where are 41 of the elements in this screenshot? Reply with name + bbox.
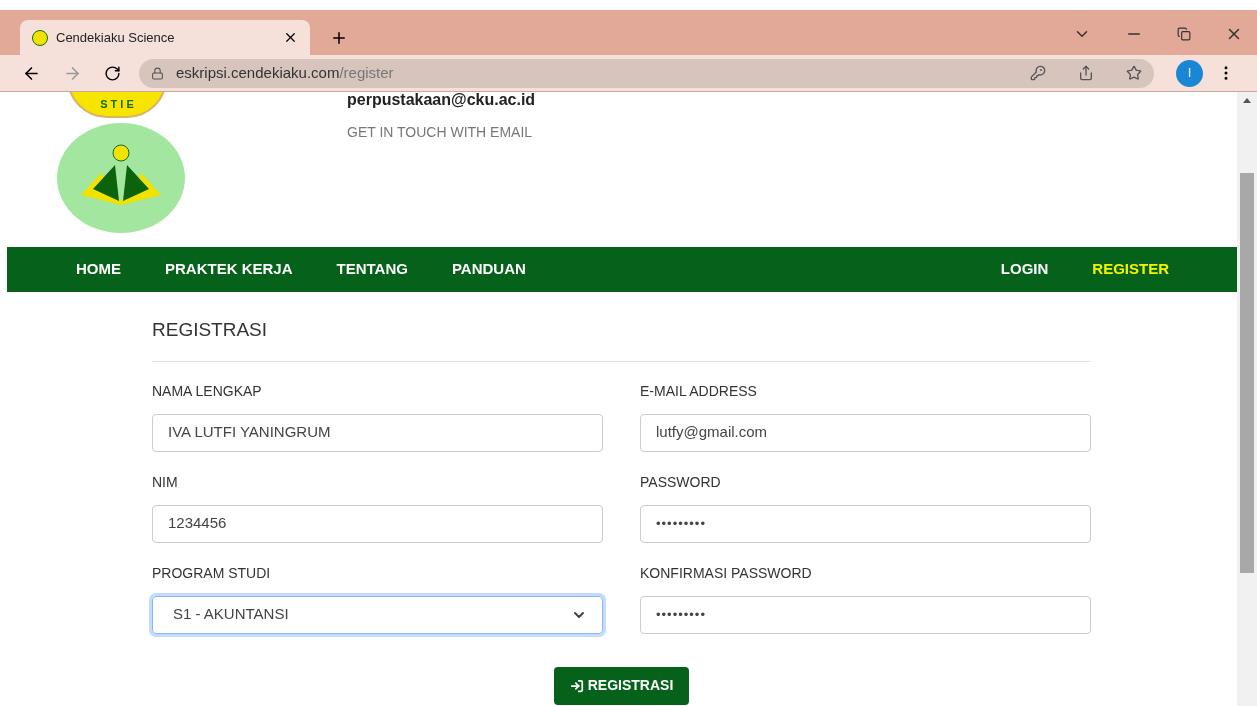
field-label: NIM [152,472,179,492]
nav-link[interactable]: PRAKTEK KERJA [165,258,293,281]
book-icon [79,143,163,205]
nav-link[interactable]: LOGIN [1000,258,1049,281]
new-tab-icon[interactable] [330,29,348,47]
input-field[interactable]: 1234456 [152,504,603,543]
scroll-up-icon[interactable] [1243,98,1251,103]
login-icon [569,678,584,693]
nav-link[interactable]: HOME [76,258,121,281]
nav-link[interactable]: REGISTER [1092,258,1169,281]
form-title: REGISTRASI [152,316,1091,362]
reload-icon[interactable] [104,64,121,82]
input-field[interactable]: lutfy@gmail.com [640,413,1091,452]
profile-avatar[interactable]: I [1176,59,1203,87]
nav-link[interactable]: TENTANG [336,258,408,281]
select-field[interactable]: S1 - AKUNTANSI [152,595,603,634]
browser-tab[interactable]: Cendekiaku Science [20,20,310,55]
close-icon[interactable] [283,30,298,45]
input-field[interactable]: ••••••••• [640,504,1091,543]
tab-title: Cendekiaku Science [56,28,176,47]
field-label: NAMA LENGKAP [152,381,263,401]
url-text: eskripsi.cendekiaku.com/register [176,62,395,83]
address-bar[interactable]: eskripsi.cendekiaku.com/register [139,58,1154,88]
field-label: PASSWORD [640,472,722,492]
field-label: E-MAIL ADDRESS [640,381,758,401]
input-field[interactable]: ••••••••• [640,595,1091,634]
logo-text: S T I E [100,96,134,112]
email-caption: GET IN TOUCH WITH EMAIL [347,123,534,142]
key-icon[interactable] [1030,65,1046,81]
nav-link[interactable]: PANDUAN [451,258,526,281]
input-field[interactable]: IVA LUTFI YANINGRUM [152,413,603,452]
field-label: KONFIRMASI PASSWORD [640,563,813,583]
submit-button[interactable]: REGISTRASI [553,666,690,705]
scrollbar[interactable] [1237,92,1257,706]
lock-icon [151,66,164,80]
favicon-icon [32,29,48,46]
field-label: PROGRAM STUDI [152,563,272,583]
contact-email: perpustakaan@cku.ac.id [347,92,536,110]
restore-icon[interactable] [1177,27,1191,41]
share-icon[interactable] [1078,65,1094,81]
star-icon[interactable] [1126,65,1142,81]
